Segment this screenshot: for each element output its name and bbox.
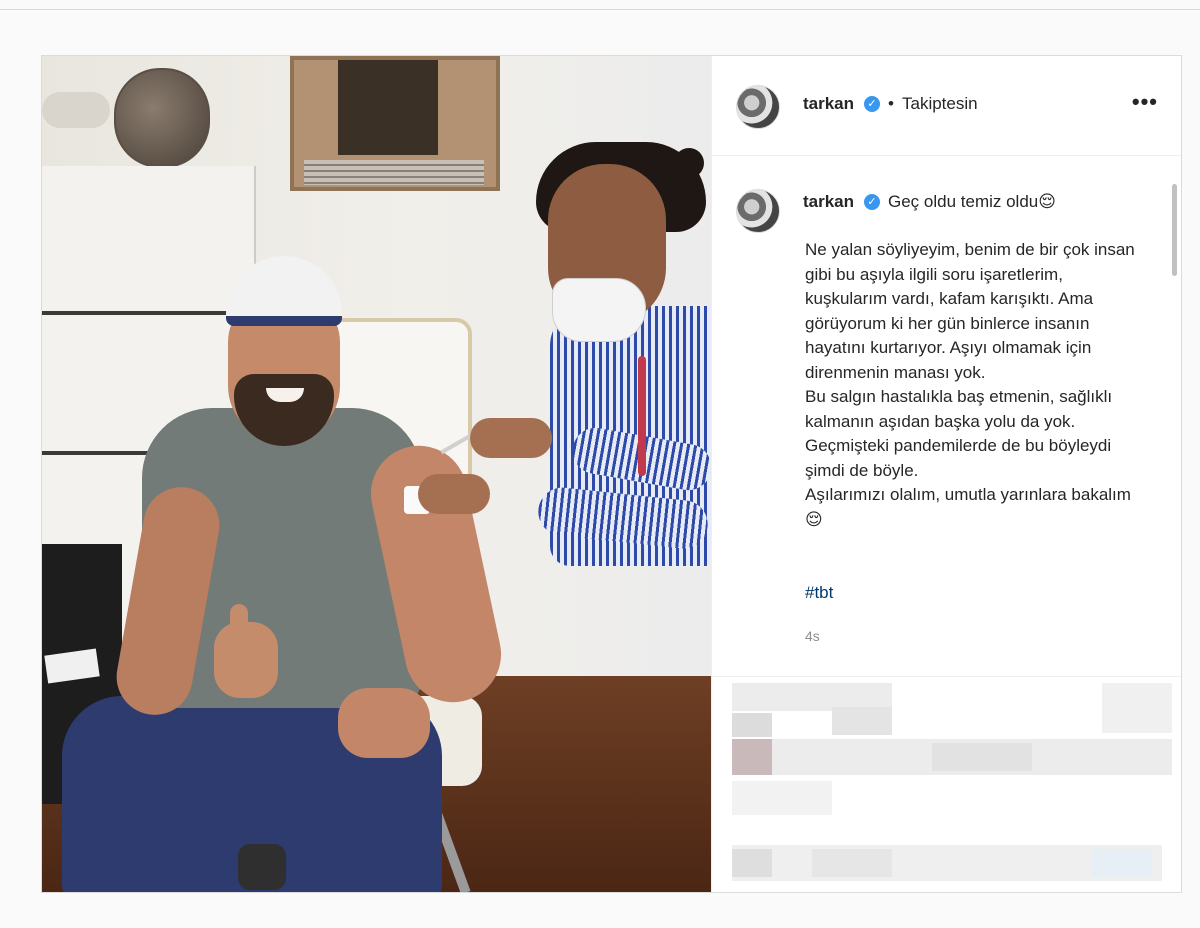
follow-separator: • xyxy=(888,94,894,113)
nurse-hand xyxy=(470,418,552,458)
caption-username[interactable]: tarkan xyxy=(803,192,854,212)
painting-steps xyxy=(304,160,484,185)
post-side-panel: tarkan ✓ • Takiptesin ••• tarkan ✓ Geç o… xyxy=(711,56,1181,892)
instagram-post: tarkan ✓ • Takiptesin ••• tarkan ✓ Geç o… xyxy=(41,55,1182,893)
verified-badge-icon: ✓ xyxy=(864,194,880,210)
face-mask xyxy=(552,278,646,342)
caption-body: Ne yalan söyliyeyim, benim de bir çok in… xyxy=(805,240,1135,529)
more-options-icon[interactable]: ••• xyxy=(1132,91,1158,113)
page-top-divider xyxy=(0,9,1200,10)
photo-painting xyxy=(290,56,500,191)
post-timestamp[interactable]: 4s xyxy=(805,628,820,644)
author-username[interactable]: tarkan xyxy=(803,94,854,114)
painting-door xyxy=(338,60,438,155)
caption-headline: Geç oldu temiz oldu😌 xyxy=(888,192,1056,211)
hashtag-link[interactable]: #tbt xyxy=(805,583,833,603)
caption-avatar[interactable] xyxy=(736,189,780,233)
post-photo[interactable] xyxy=(42,56,711,892)
pixelated-comments xyxy=(712,676,1181,892)
man-shoe xyxy=(238,844,286,890)
post-header: tarkan ✓ • Takiptesin ••• xyxy=(712,56,1181,156)
photo-vase xyxy=(114,68,210,168)
cabinet-line xyxy=(42,311,254,315)
man-hand-knee xyxy=(338,688,430,758)
stethoscope xyxy=(638,356,646,476)
verified-badge-icon: ✓ xyxy=(864,96,880,112)
nurse-hand xyxy=(418,474,490,514)
author-avatar[interactable] xyxy=(736,85,780,129)
photo-lamp xyxy=(42,92,110,128)
caption-scrollbar[interactable] xyxy=(1172,184,1177,276)
follow-status[interactable]: Takiptesin xyxy=(902,94,978,114)
man-hand-thumbs-up xyxy=(214,622,278,698)
nurse-hair-bun xyxy=(674,148,704,178)
